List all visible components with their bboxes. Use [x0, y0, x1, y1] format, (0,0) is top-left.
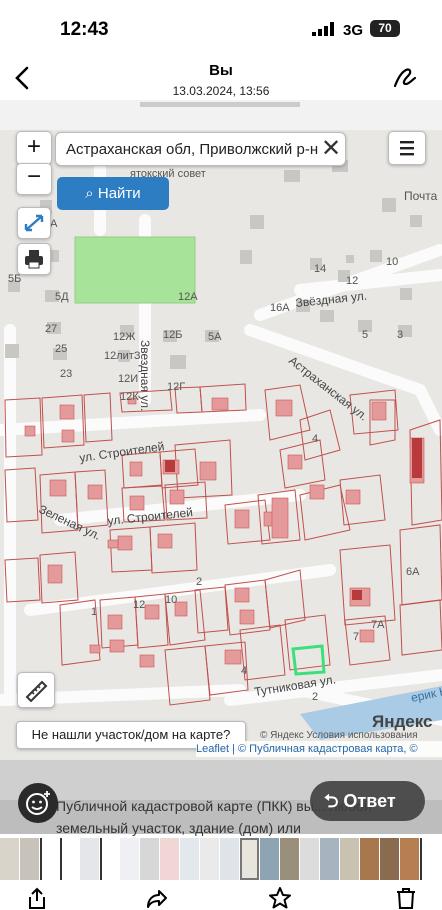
printer-icon	[25, 250, 43, 269]
house-number-label: 12Ж	[113, 331, 135, 343]
voice-thumbnail[interactable]	[60, 838, 81, 880]
fullscreen-button[interactable]	[17, 207, 51, 239]
emoji-add-icon	[26, 791, 50, 815]
media-thumbnail[interactable]	[220, 838, 239, 880]
media-thumbnail-active[interactable]	[240, 838, 259, 880]
house-number-label: 2	[196, 576, 202, 588]
address-search-value: Астраханская обл, Приволжский р-н	[66, 141, 319, 158]
voice-thumbnail[interactable]	[420, 838, 441, 880]
find-button[interactable]: ⌕ Найти	[57, 177, 169, 210]
network-type: 3G	[343, 22, 364, 39]
house-number-label: 4	[312, 433, 318, 445]
media-thumbnail[interactable]	[320, 838, 339, 880]
media-thumbnail[interactable]	[280, 838, 299, 880]
bottom-toolbar	[0, 880, 442, 910]
edit-icon[interactable]	[392, 64, 418, 90]
house-number-label: 27	[45, 323, 57, 335]
house-number-label: 23	[60, 368, 72, 380]
menu-button[interactable]	[388, 131, 426, 165]
reply-label: Ответ	[343, 791, 396, 811]
forward-icon[interactable]	[145, 886, 169, 910]
house-number-label: 6А	[406, 566, 420, 578]
voice-thumbnail[interactable]	[40, 838, 61, 880]
house-number-label: 10	[386, 256, 398, 268]
search-icon: ⌕	[85, 185, 98, 202]
house-number-label: 12К	[120, 391, 139, 403]
house-number-label: 12литЗ	[104, 350, 141, 362]
house-number-label: 10	[165, 594, 177, 606]
share-icon[interactable]	[25, 886, 49, 910]
house-number-label: 14	[314, 263, 326, 275]
attribution-text: | © Публичная кадастровая карта, ©	[229, 743, 418, 755]
house-number-label: 5А	[208, 331, 222, 343]
media-thumbnail[interactable]	[80, 838, 99, 880]
media-thumbnail[interactable]	[260, 838, 279, 880]
house-number-label: 5	[362, 329, 368, 341]
clear-search-icon[interactable]: ✕	[318, 136, 344, 162]
house-number-label: 12А	[178, 291, 198, 303]
zoom-out-button[interactable]: −	[16, 163, 52, 195]
address-search-input[interactable]: Астраханская обл, Приволжский р-н	[55, 132, 346, 166]
media-thumbnail[interactable]	[160, 838, 179, 880]
house-number-label: 3	[397, 329, 403, 341]
media-thumbnail[interactable]	[380, 838, 399, 880]
zoom-in-button[interactable]: +	[16, 131, 52, 165]
house-number-label: 12И	[118, 373, 138, 385]
media-thumbnail[interactable]	[120, 838, 139, 880]
media-thumbnail-strip[interactable]	[0, 838, 442, 880]
house-number-label: 5Д	[55, 291, 69, 303]
house-number-label: 25	[55, 343, 67, 355]
print-button[interactable]	[17, 243, 51, 275]
sender-name: Вы	[209, 62, 233, 79]
media-thumbnail[interactable]	[200, 838, 219, 880]
expand-icon	[24, 214, 44, 232]
signal-icon	[312, 22, 334, 36]
house-number-label: 12	[133, 599, 145, 611]
house-number-label: 16А	[270, 302, 290, 314]
find-button-label: Найти	[97, 185, 141, 202]
media-thumbnail[interactable]	[400, 838, 419, 880]
voice-thumbnail[interactable]	[100, 838, 121, 880]
media-thumbnail[interactable]	[20, 838, 39, 880]
status-time: 12:43	[60, 19, 109, 40]
sent-date: 13.03.2024, 13:56	[172, 84, 270, 98]
media-thumbnail[interactable]	[300, 838, 319, 880]
star-icon[interactable]	[268, 886, 292, 910]
reply-icon: ⮌	[324, 791, 344, 811]
media-thumbnail[interactable]	[140, 838, 159, 880]
yandex-logo: Яндекс	[372, 712, 433, 731]
measure-button[interactable]	[17, 672, 55, 708]
media-thumbnail[interactable]	[360, 838, 379, 880]
place-label: Почта	[404, 189, 438, 203]
trash-icon[interactable]	[394, 886, 418, 910]
hamburger-icon	[400, 141, 414, 156]
house-number-label: 7А	[371, 619, 385, 631]
ruler-icon	[25, 680, 48, 703]
house-number-label: 2	[312, 691, 318, 703]
house-number-label: 1	[91, 606, 97, 618]
leaflet-link[interactable]: Leaflet	[196, 743, 229, 755]
house-number-label: 7	[353, 631, 359, 643]
battery-indicator: 70	[370, 20, 400, 37]
reactions-button[interactable]	[18, 783, 58, 823]
street-label: Звездная ул.	[138, 340, 152, 411]
house-number-label: 4	[241, 665, 247, 677]
map-attribution: Leaflet | © Публичная кадастровая карта,…	[196, 741, 442, 757]
house-number-label: 12Г	[167, 381, 185, 393]
media-thumbnail[interactable]	[340, 838, 359, 880]
house-number-label: 12Б	[163, 329, 182, 341]
media-thumbnail[interactable]	[180, 838, 199, 880]
reply-button[interactable]: ⮌ Ответ	[310, 781, 425, 821]
house-number-label: 12	[346, 275, 358, 287]
media-thumbnail[interactable]	[0, 838, 19, 880]
